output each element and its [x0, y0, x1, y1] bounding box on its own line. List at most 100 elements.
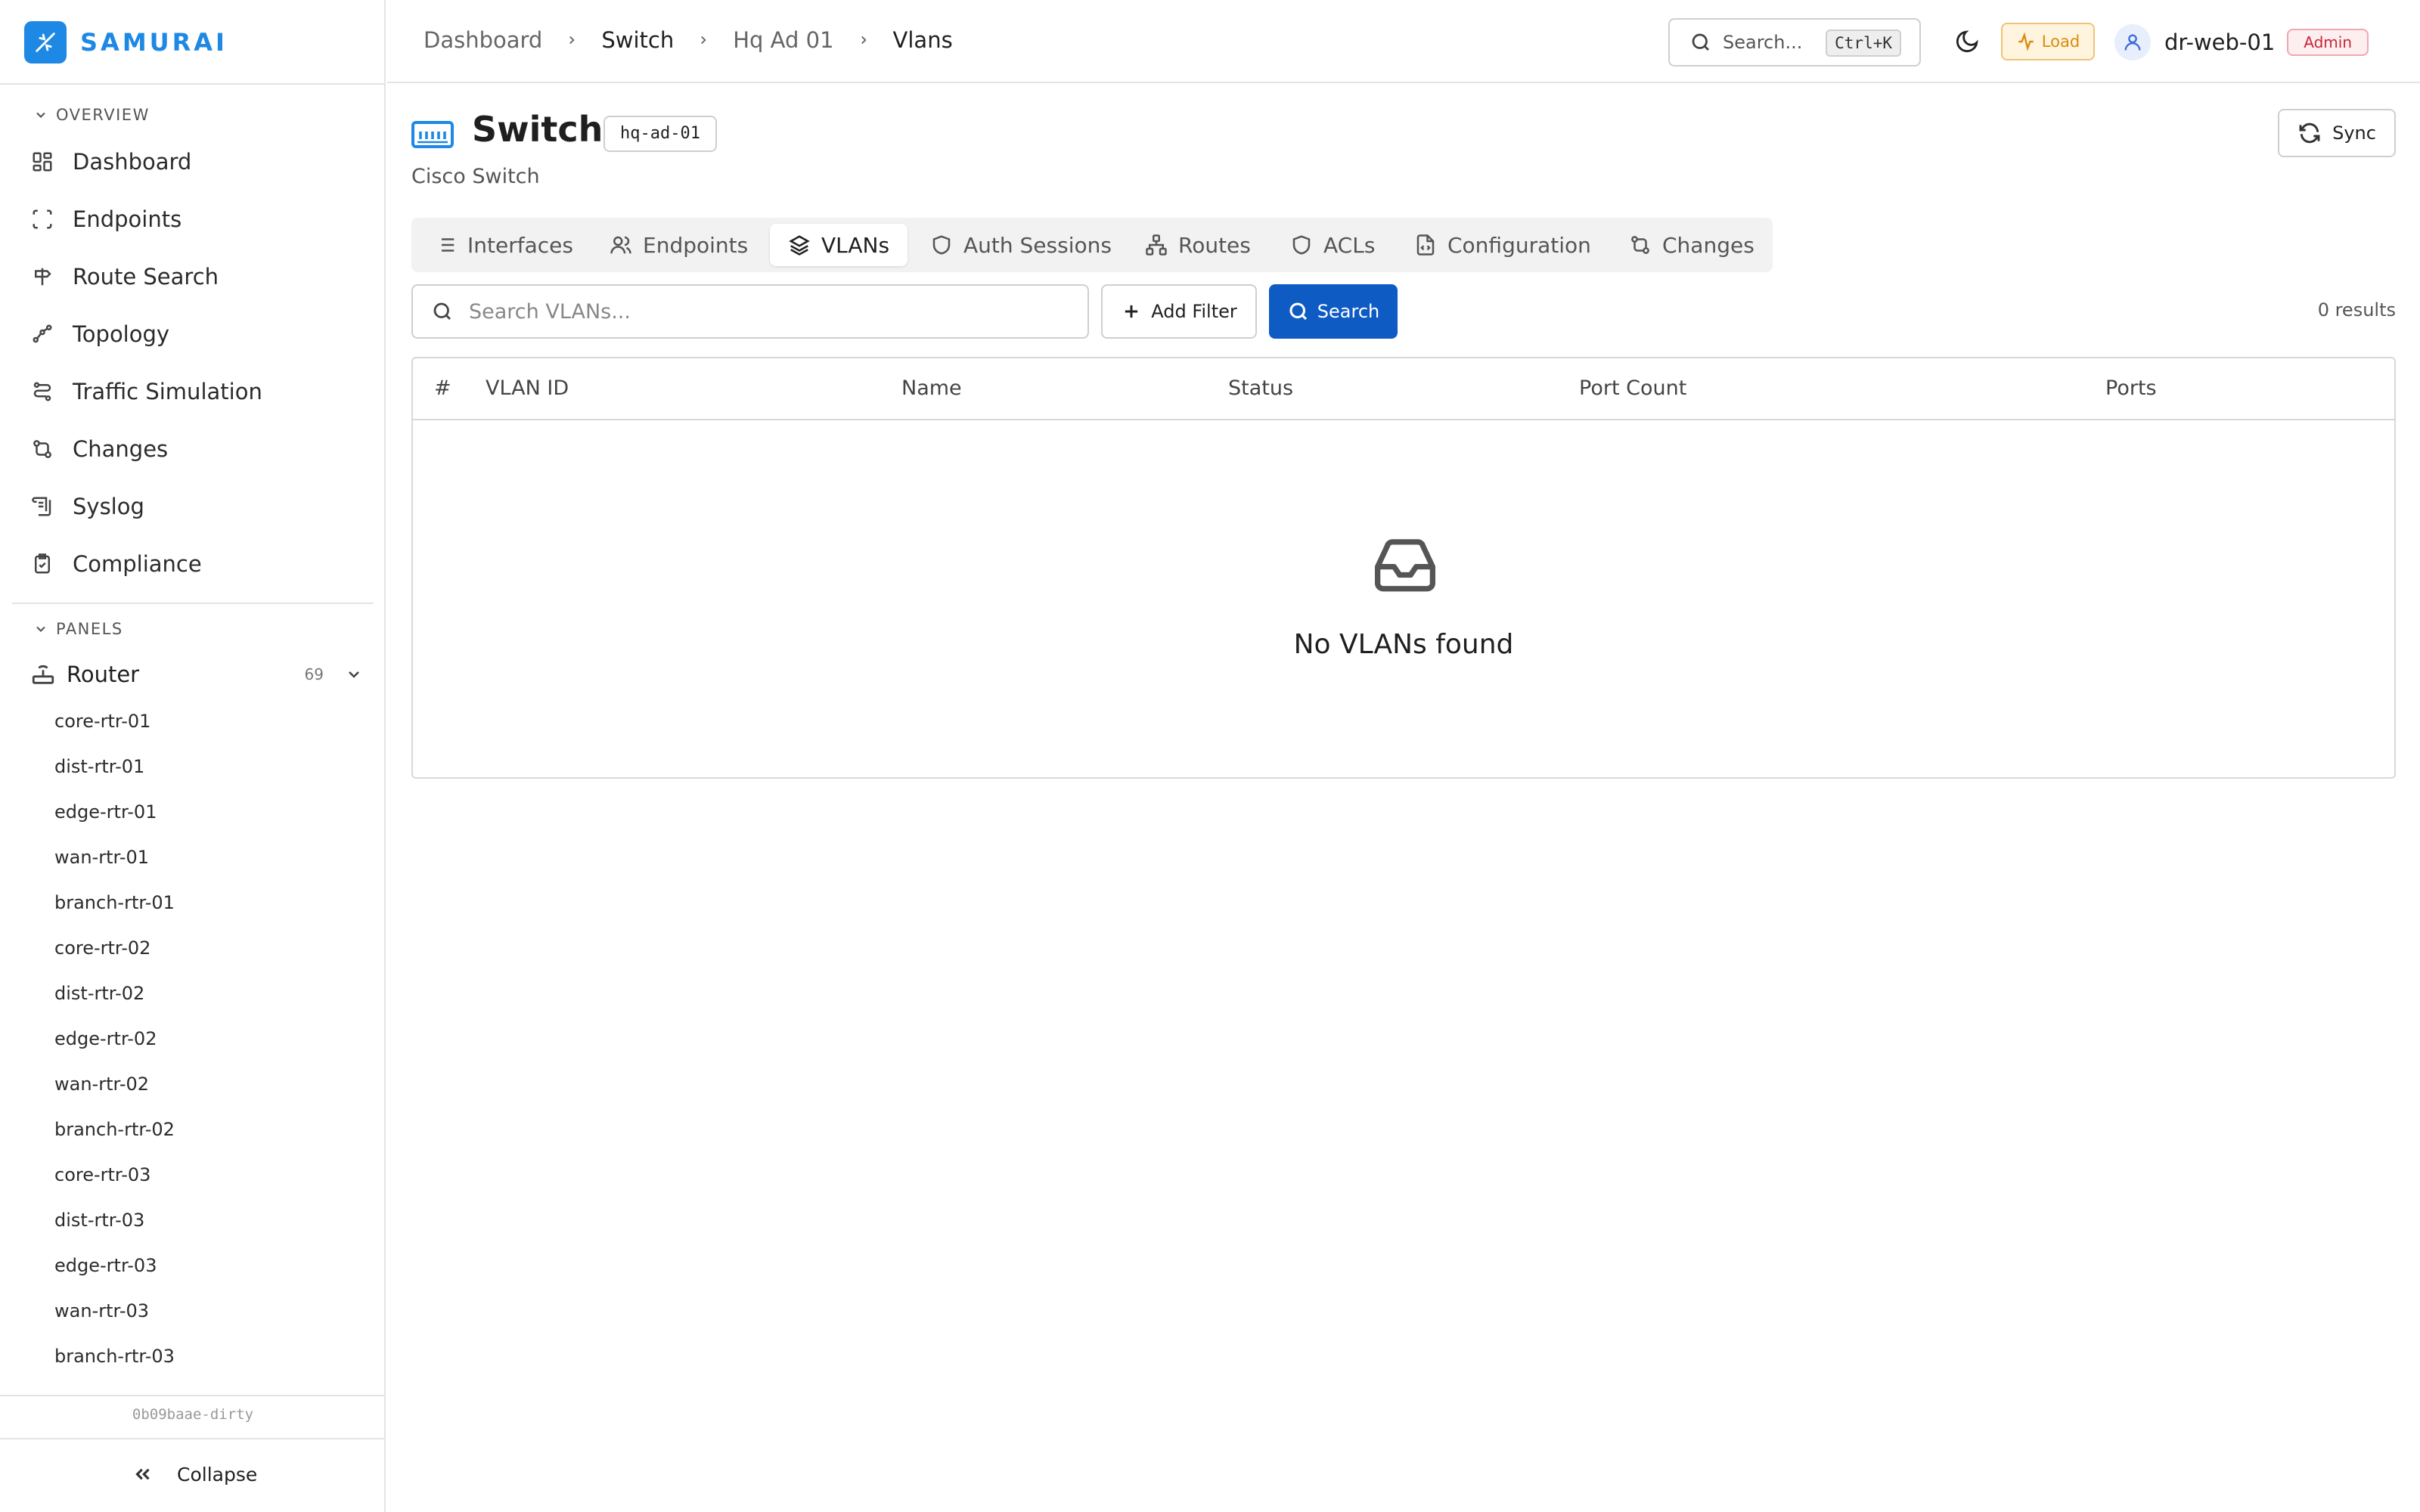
vlan-search-input[interactable]: Search VLANs...: [411, 284, 1089, 339]
layers-icon: [789, 235, 810, 256]
top-bar: Dashboard Switch Hq Ad 01 Vlans Search..…: [387, 0, 2420, 83]
router-list-item[interactable]: branch-rtr-03: [54, 1346, 175, 1367]
router-list-item[interactable]: edge-rtr-02: [54, 1028, 157, 1049]
sidebar-item-endpoints[interactable]: Endpoints: [30, 198, 182, 240]
router-list-item[interactable]: dist-rtr-03: [54, 1210, 144, 1231]
router-group-toggle[interactable]: Router 69: [30, 655, 363, 694]
brand[interactable]: SAMURAI: [24, 20, 228, 65]
search-icon: [1692, 33, 1709, 51]
router-list-item[interactable]: core-rtr-02: [54, 937, 150, 959]
column-header-index[interactable]: #: [434, 376, 451, 400]
empty-state-message: No VLANs found: [1293, 629, 1514, 660]
tab-configuration[interactable]: Configuration: [1414, 224, 1591, 266]
router-list-item[interactable]: core-rtr-03: [54, 1164, 150, 1185]
user-menu[interactable]: dr-web-01 Admin: [2114, 21, 2369, 64]
sidebar-item-changes[interactable]: Changes: [30, 428, 168, 470]
user-avatar-icon: [2114, 24, 2151, 60]
divider: [12, 603, 374, 604]
sidebar-item-compliance[interactable]: Compliance: [30, 543, 202, 585]
tab-label: Interfaces: [467, 232, 573, 258]
tab-changes[interactable]: Changes: [1629, 224, 1754, 266]
overview-section-toggle[interactable]: OVERVIEW: [33, 106, 150, 124]
scan-icon: [30, 207, 54, 231]
samurai-logo-icon: [24, 21, 67, 64]
sync-label: Sync: [2332, 122, 2376, 144]
tab-vlans[interactable]: VLANs: [770, 224, 908, 266]
tab-endpoints[interactable]: Endpoints: [610, 224, 748, 266]
add-filter-button[interactable]: Add Filter: [1101, 284, 1257, 339]
switch-device-icon: [411, 121, 454, 148]
router-list-item[interactable]: branch-rtr-01: [54, 892, 175, 913]
tab-label: Configuration: [1447, 232, 1591, 258]
tab-label: VLANs: [821, 232, 890, 258]
column-header-status[interactable]: Status: [1228, 376, 1293, 400]
sidebar-item-label: Endpoints: [73, 206, 182, 232]
file-code-icon: [1416, 234, 1435, 256]
activity-icon: [2018, 32, 2034, 51]
column-header-ports[interactable]: Ports: [2105, 376, 2157, 400]
chevron-down-icon: [36, 626, 45, 632]
topology-icon: [30, 322, 54, 346]
panels-section-toggle[interactable]: PANELS: [33, 620, 123, 638]
network-icon: [1146, 234, 1167, 256]
router-list-item[interactable]: branch-rtr-02: [54, 1119, 175, 1140]
sync-button[interactable]: Sync: [2278, 109, 2396, 157]
table-header: # VLAN ID Name Status Port Count Ports: [413, 358, 2394, 420]
router-list-item[interactable]: wan-rtr-02: [54, 1074, 149, 1095]
tab-label: Endpoints: [643, 232, 749, 258]
plus-icon: [1125, 305, 1138, 318]
breadcrumb-item-dashboard[interactable]: Dashboard: [424, 27, 542, 53]
router-list-item[interactable]: dist-rtr-01: [54, 756, 144, 777]
clipboard-check-icon: [30, 552, 54, 576]
breadcrumb-item-device[interactable]: Hq Ad 01: [733, 27, 833, 53]
router-list-item[interactable]: dist-rtr-02: [54, 983, 144, 1004]
global-search-input[interactable]: Search... Ctrl+K: [1668, 18, 1921, 67]
add-filter-label: Add Filter: [1151, 301, 1237, 322]
tab-label: Routes: [1178, 232, 1251, 258]
shield-icon: [932, 235, 951, 255]
tab-auth-sessions[interactable]: Auth Sessions: [930, 224, 1112, 266]
role-badge: Admin: [2287, 29, 2369, 56]
users-icon: [610, 236, 631, 254]
chevron-right-icon: [861, 36, 867, 45]
tab-label: ACLs: [1323, 232, 1376, 258]
router-list-item[interactable]: wan-rtr-01: [54, 847, 149, 868]
breadcrumb-item-switch[interactable]: Switch: [601, 27, 674, 53]
results-count: 0 results: [2317, 299, 2396, 321]
vlan-table: # VLAN ID Name Status Port Count Ports N…: [411, 357, 2396, 779]
router-count-badge: 69: [304, 665, 324, 683]
collapse-sidebar-button[interactable]: Collapse: [132, 1459, 257, 1489]
tab-routes[interactable]: Routes: [1145, 224, 1251, 266]
router-group-label: Router: [67, 662, 140, 687]
load-label: Load: [2041, 33, 2080, 51]
tab-interfaces[interactable]: Interfaces: [434, 224, 573, 266]
breadcrumb-item-current: Vlans: [892, 27, 953, 53]
chevron-down-icon: [349, 671, 359, 678]
sidebar-item-label: Traffic Simulation: [73, 379, 262, 404]
search-button[interactable]: Search: [1269, 284, 1398, 339]
sidebar-item-dashboard[interactable]: Dashboard: [30, 141, 191, 183]
shortcut-badge: Ctrl+K: [1826, 29, 1901, 57]
column-header-port-count[interactable]: Port Count: [1579, 376, 1686, 400]
tab-acls[interactable]: ACLs: [1290, 224, 1375, 266]
sidebar-item-label: Route Search: [73, 264, 219, 290]
router-list-item[interactable]: wan-rtr-03: [54, 1300, 149, 1321]
sidebar-item-traffic-simulation[interactable]: Traffic Simulation: [30, 370, 262, 413]
brand-name: SAMURAI: [80, 28, 228, 57]
router-list-item[interactable]: edge-rtr-03: [54, 1255, 157, 1276]
sidebar-item-topology[interactable]: Topology: [30, 313, 169, 355]
sidebar-item-route-search[interactable]: Route Search: [30, 256, 219, 298]
column-header-vlan-id[interactable]: VLAN ID: [486, 376, 569, 400]
sidebar-item-syslog[interactable]: Syslog: [30, 485, 144, 528]
router-list-item[interactable]: core-rtr-01: [54, 711, 150, 732]
theme-toggle-moon-icon[interactable]: [1954, 29, 1980, 54]
shield-icon: [1292, 235, 1311, 255]
device-id-badge: hq-ad-01: [603, 116, 717, 152]
load-button[interactable]: Load: [2001, 23, 2095, 60]
sidebar-item-label: Topology: [73, 321, 170, 347]
chevron-right-icon: [701, 36, 706, 45]
column-header-name[interactable]: Name: [901, 376, 962, 400]
chevron-right-icon: [569, 36, 575, 45]
inbox-icon: [1374, 539, 1435, 592]
router-list-item[interactable]: edge-rtr-01: [54, 801, 157, 823]
